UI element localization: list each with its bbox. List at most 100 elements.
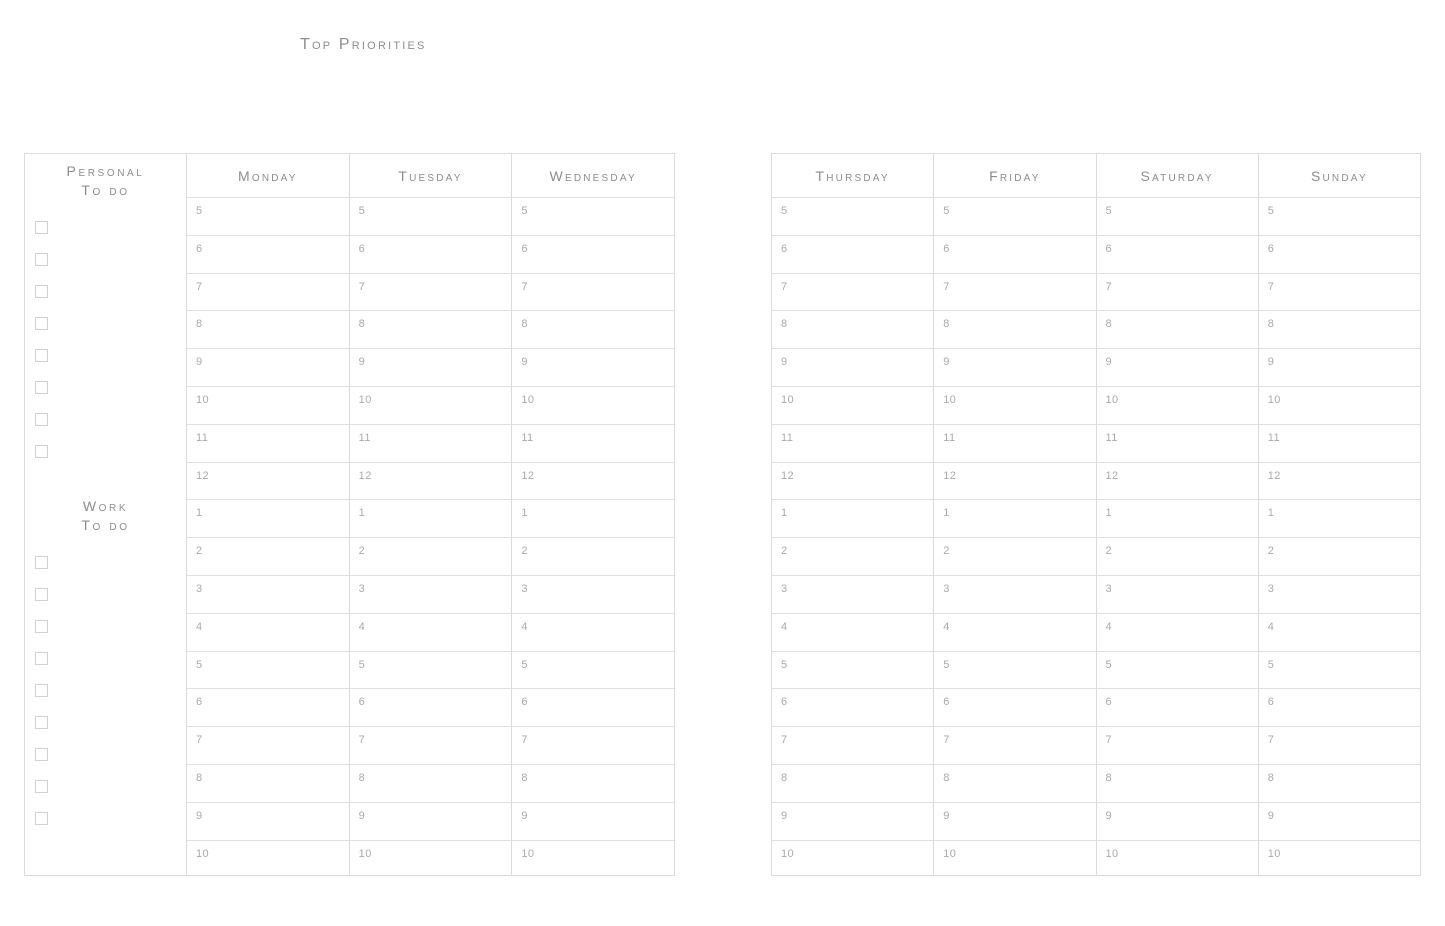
hour-cell[interactable]: 4 <box>1258 612 1420 651</box>
hour-cell[interactable]: 5 <box>512 197 675 235</box>
hour-cell[interactable]: 8 <box>187 310 349 348</box>
hour-cell[interactable]: 11 <box>187 423 349 462</box>
hour-cell[interactable]: 8 <box>1096 763 1258 802</box>
hour-cell[interactable]: 3 <box>1258 574 1420 613</box>
hour-cell[interactable]: 7 <box>187 272 349 311</box>
todo-checkbox[interactable] <box>35 683 48 697</box>
hour-cell[interactable]: 1 <box>1258 499 1420 537</box>
hour-cell[interactable]: 1 <box>187 499 349 537</box>
hour-cell[interactable]: 6 <box>1096 688 1258 726</box>
hour-cell[interactable]: 10 <box>512 839 675 878</box>
hour-cell[interactable]: 7 <box>349 272 512 311</box>
hour-cell[interactable]: 7 <box>512 272 675 311</box>
todo-checkbox[interactable] <box>35 381 48 395</box>
todo-checkbox[interactable] <box>35 619 48 633</box>
hour-cell[interactable]: 11 <box>1096 423 1258 462</box>
hour-cell[interactable]: 6 <box>187 234 349 273</box>
hour-cell[interactable]: 9 <box>934 348 1096 386</box>
hour-cell[interactable]: 7 <box>512 726 675 764</box>
hour-cell[interactable]: 6 <box>349 688 512 726</box>
hour-cell[interactable]: 5 <box>512 650 675 689</box>
hour-cell[interactable]: 9 <box>187 801 349 840</box>
hour-cell[interactable]: 5 <box>934 197 1096 235</box>
todo-item-row[interactable] <box>35 212 186 244</box>
todo-item-row[interactable] <box>35 706 186 738</box>
hour-cell[interactable]: 9 <box>1096 801 1258 840</box>
hour-cell[interactable]: 8 <box>512 310 675 348</box>
todo-item-row[interactable] <box>35 610 186 642</box>
hour-cell[interactable]: 6 <box>772 688 934 726</box>
hour-cell[interactable]: 2 <box>512 537 675 575</box>
todo-checkbox[interactable] <box>35 651 48 665</box>
hour-cell[interactable]: 6 <box>934 234 1096 273</box>
todo-checkbox[interactable] <box>35 253 48 267</box>
todo-item-row[interactable] <box>35 642 186 674</box>
hour-cell[interactable]: 2 <box>187 537 349 575</box>
hour-cell[interactable]: 9 <box>187 348 349 386</box>
hour-cell[interactable]: 5 <box>1096 650 1258 689</box>
hour-cell[interactable]: 9 <box>772 348 934 386</box>
hour-cell[interactable]: 10 <box>1096 839 1258 878</box>
hour-cell[interactable]: 5 <box>772 197 934 235</box>
hour-cell[interactable]: 10 <box>772 385 934 424</box>
todo-item-row[interactable] <box>35 340 186 372</box>
todo-checkbox[interactable] <box>35 555 48 569</box>
hour-cell[interactable]: 7 <box>187 726 349 764</box>
hour-cell[interactable]: 10 <box>187 839 349 878</box>
hour-cell[interactable]: 11 <box>934 423 1096 462</box>
todo-checkbox[interactable] <box>35 349 48 363</box>
hour-cell[interactable]: 8 <box>349 310 512 348</box>
hour-cell[interactable]: 11 <box>512 423 675 462</box>
hour-cell[interactable]: 8 <box>349 763 512 802</box>
hour-cell[interactable]: 10 <box>1258 839 1420 878</box>
hour-cell[interactable]: 12 <box>187 461 349 500</box>
hour-cell[interactable]: 9 <box>512 348 675 386</box>
hour-cell[interactable]: 4 <box>349 612 512 651</box>
hour-cell[interactable]: 10 <box>187 385 349 424</box>
todo-item-row[interactable] <box>35 802 186 834</box>
hour-cell[interactable]: 7 <box>934 726 1096 764</box>
hour-cell[interactable]: 6 <box>1096 234 1258 273</box>
todo-item-row[interactable] <box>35 674 186 706</box>
todo-item-row[interactable] <box>35 578 186 610</box>
hour-cell[interactable]: 5 <box>934 650 1096 689</box>
hour-cell[interactable]: 5 <box>1258 197 1420 235</box>
todo-checkbox[interactable] <box>35 715 48 729</box>
todo-checkbox[interactable] <box>35 221 48 235</box>
hour-cell[interactable]: 6 <box>187 688 349 726</box>
hour-cell[interactable]: 10 <box>1096 385 1258 424</box>
hour-cell[interactable]: 8 <box>772 310 934 348</box>
todo-checkbox[interactable] <box>35 587 48 601</box>
hour-cell[interactable]: 8 <box>512 763 675 802</box>
hour-cell[interactable]: 8 <box>1096 310 1258 348</box>
hour-cell[interactable]: 4 <box>512 612 675 651</box>
hour-cell[interactable]: 9 <box>934 801 1096 840</box>
hour-cell[interactable]: 12 <box>1258 461 1420 500</box>
hour-cell[interactable]: 1 <box>1096 499 1258 537</box>
hour-cell[interactable]: 6 <box>512 688 675 726</box>
hour-cell[interactable]: 5 <box>349 650 512 689</box>
hour-cell[interactable]: 6 <box>772 234 934 273</box>
hour-cell[interactable]: 2 <box>349 537 512 575</box>
todo-item-row[interactable] <box>35 738 186 770</box>
hour-cell[interactable]: 2 <box>934 537 1096 575</box>
todo-checkbox[interactable] <box>35 317 48 331</box>
hour-cell[interactable]: 2 <box>1258 537 1420 575</box>
todo-item-row[interactable] <box>35 276 186 308</box>
hour-cell[interactable]: 6 <box>512 234 675 273</box>
todo-item-row[interactable] <box>35 244 186 276</box>
hour-cell[interactable]: 2 <box>772 537 934 575</box>
hour-cell[interactable]: 10 <box>512 385 675 424</box>
hour-cell[interactable]: 3 <box>187 574 349 613</box>
todo-checkbox[interactable] <box>35 285 48 299</box>
hour-cell[interactable]: 6 <box>349 234 512 273</box>
todo-item-row[interactable] <box>35 372 186 404</box>
hour-cell[interactable]: 11 <box>772 423 934 462</box>
hour-cell[interactable]: 4 <box>187 612 349 651</box>
hour-cell[interactable]: 12 <box>1096 461 1258 500</box>
hour-cell[interactable]: 3 <box>512 574 675 613</box>
hour-cell[interactable]: 6 <box>934 688 1096 726</box>
hour-cell[interactable]: 5 <box>187 197 349 235</box>
todo-item-row[interactable] <box>35 546 186 578</box>
hour-cell[interactable]: 7 <box>772 726 934 764</box>
